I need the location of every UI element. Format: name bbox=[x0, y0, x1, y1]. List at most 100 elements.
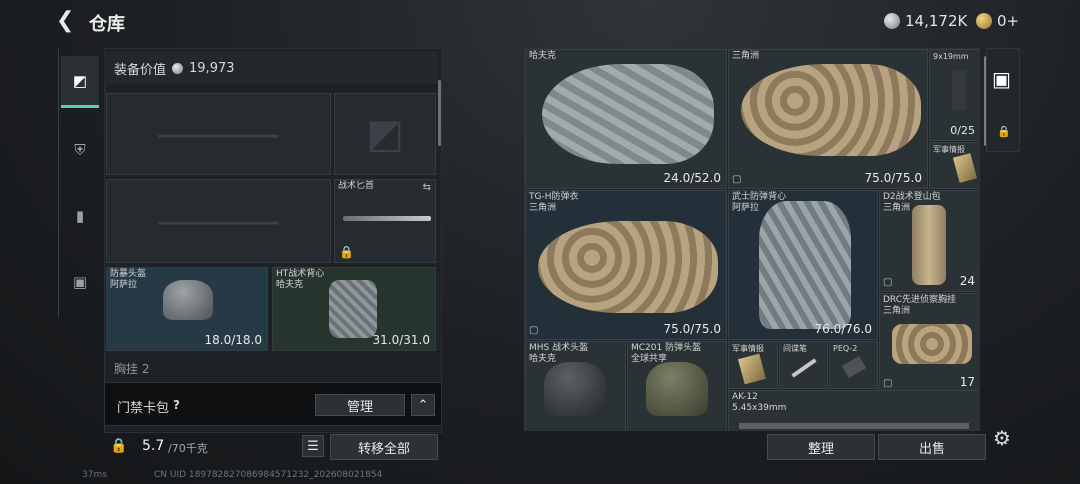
helmet-slot[interactable]: 防暴头盔 阿萨拉 18.0/18.0 bbox=[106, 267, 268, 351]
helmet-durability: 18.0/18.0 bbox=[204, 333, 262, 347]
no-insure-icon: ▢ bbox=[529, 325, 539, 336]
keycard-bar: 门禁卡包 ? 管理 ⌃ bbox=[104, 382, 442, 426]
weight-max: /70千克 bbox=[168, 442, 208, 455]
stash-tab-icon[interactable]: ▣ bbox=[992, 67, 1011, 91]
item-caliber: 5.45x39mm bbox=[732, 403, 787, 413]
sidebar-item-weapons[interactable]: ◩ bbox=[61, 56, 99, 108]
help-icon[interactable]: ? bbox=[173, 398, 180, 412]
silver-coin-icon bbox=[884, 13, 900, 29]
item-faction: 三角洲 bbox=[883, 203, 911, 213]
stash-item[interactable]: DRC先进侦察胸挂 三角洲 ▢ 17 bbox=[879, 293, 979, 393]
back-arrow-icon[interactable]: ❮ bbox=[56, 9, 74, 33]
intel-document-image bbox=[738, 353, 766, 385]
item-capacity: 17 bbox=[959, 375, 975, 389]
keycard-label: 门禁卡包 bbox=[117, 401, 170, 416]
equipment-value-label: 装备价值 bbox=[114, 62, 167, 78]
weight-current: 5.7 bbox=[142, 438, 165, 454]
no-insure-icon: ▢ bbox=[883, 378, 893, 389]
item-durability: 24.0/52.0 bbox=[663, 171, 721, 185]
warehouse-screen: ❮ 仓库 14,172K 0+ ◩ ⛨ ▮ ▣ 装备价值 19,973 ――― … bbox=[0, 0, 1080, 484]
category-sidebar: ◩ ⛨ ▮ ▣ bbox=[58, 48, 100, 318]
vest-faction: 哈夫克 bbox=[276, 280, 304, 290]
manage-button[interactable]: 管理 bbox=[315, 394, 405, 416]
helmet-name: 防暴头盔 bbox=[110, 269, 147, 279]
armor-vest-image bbox=[759, 201, 851, 329]
lock-icon[interactable]: 🔒 bbox=[110, 438, 127, 454]
lock-icon[interactable]: 🔒 bbox=[997, 125, 1011, 138]
stash-tabs: ▣ 🔒 bbox=[986, 48, 1020, 152]
armor-vest-image bbox=[542, 64, 714, 164]
stash-item[interactable]: PEQ-2 bbox=[829, 341, 878, 389]
item-name: MHS 战术头盔 bbox=[529, 343, 589, 353]
silver-amount: 14,172K bbox=[905, 12, 968, 30]
item-name: 间谍笔 bbox=[783, 344, 807, 353]
item-name: 军事情报 bbox=[933, 145, 965, 154]
gold-currency[interactable]: 0+ bbox=[976, 9, 1019, 33]
item-name: 三角洲 bbox=[732, 51, 760, 61]
item-name: 哈夫克 bbox=[529, 51, 557, 61]
chest-rig-image bbox=[892, 324, 972, 364]
lock-icon: 🔒 bbox=[339, 245, 354, 259]
magazine-image bbox=[952, 70, 966, 110]
stash-item[interactable]: MHS 战术头盔 哈夫克 bbox=[525, 341, 626, 430]
chest-rig-section-label: 胸挂 2 bbox=[114, 362, 150, 374]
backpack-image bbox=[912, 205, 946, 285]
stash-item[interactable]: 哈夫克 24.0/52.0 bbox=[525, 49, 727, 189]
knife-slot[interactable]: 战术匕首 ⇆ 🔒 bbox=[334, 179, 436, 263]
silver-currency: 14,172K bbox=[884, 9, 967, 33]
weight-bar: 🔒 5.7 /70千克 ☰ 转移全部 bbox=[104, 430, 442, 464]
spy-pen-image bbox=[791, 358, 817, 378]
item-name: D2战术登山包 bbox=[883, 192, 941, 202]
rifle-image bbox=[739, 423, 969, 429]
item-name: 武士防弹背心 bbox=[732, 192, 787, 202]
stash-item[interactable]: MC201 防弹头盔 全球共享 bbox=[627, 341, 727, 430]
secondary-weapon-slot[interactable]: ――― bbox=[106, 179, 331, 263]
stash-item[interactable]: 三角洲 ▢ 75.0/75.0 bbox=[728, 49, 928, 189]
stash-item[interactable]: TG-H防弹衣 三角洲 ▢ 75.0/75.0 bbox=[525, 190, 727, 340]
gold-coin-icon bbox=[976, 13, 992, 29]
sell-button[interactable]: 出售 bbox=[878, 434, 986, 460]
ping-label: 37ms bbox=[82, 470, 107, 480]
item-capacity: 24 bbox=[959, 274, 975, 288]
armor-vest-image bbox=[741, 64, 921, 156]
vest-slot[interactable]: HT战术背心 哈夫克 31.0/31.0 bbox=[272, 267, 436, 351]
sidebar-item-armor[interactable]: ⛨ bbox=[61, 124, 99, 176]
stash-item[interactable]: 武士防弹背心 阿萨拉 76.0/76.0 bbox=[728, 190, 878, 340]
stash-item[interactable]: 9x19mm 0/25 bbox=[929, 49, 979, 141]
item-durability: 75.0/75.0 bbox=[864, 171, 922, 185]
item-count: 0/25 bbox=[950, 124, 975, 137]
stash-item[interactable]: 间谍笔 bbox=[779, 341, 828, 389]
transfer-all-button[interactable]: 转移全部 bbox=[330, 434, 438, 460]
stash-item[interactable]: 军事情报 bbox=[728, 341, 778, 389]
armor-vest-image bbox=[538, 221, 718, 313]
pistol-icon: ◩ bbox=[72, 71, 88, 90]
equipment-value-bar: 装备价值 19,973 bbox=[104, 52, 438, 84]
helmet-image bbox=[163, 280, 213, 320]
item-durability: 76.0/76.0 bbox=[814, 322, 872, 336]
helmet-image bbox=[544, 362, 606, 416]
sidebar-item-backpack[interactable]: ▮ bbox=[61, 190, 99, 242]
pistol-slot[interactable]: ◩ bbox=[334, 93, 436, 175]
stash-item[interactable]: AK-12 5.45x39mm bbox=[728, 390, 979, 430]
no-insure-icon: ▢ bbox=[883, 277, 893, 288]
armor-icon: ⛨ bbox=[74, 141, 86, 159]
vest-durability: 31.0/31.0 bbox=[372, 333, 430, 347]
item-name: DRC先进侦察胸挂 bbox=[883, 295, 957, 305]
swap-icon[interactable]: ⇆ bbox=[423, 182, 431, 193]
item-name: AK-12 bbox=[732, 392, 758, 402]
stash-item[interactable]: D2战术登山包 三角洲 ▢ 24 bbox=[879, 190, 979, 292]
silver-coin-icon bbox=[172, 62, 184, 74]
sort-button[interactable]: 整理 bbox=[767, 434, 875, 460]
primary-weapon-slot[interactable]: ――― bbox=[106, 93, 331, 175]
loadout-scrollbar[interactable] bbox=[438, 80, 441, 146]
item-durability: 75.0/75.0 bbox=[663, 322, 721, 336]
chevron-up-icon[interactable]: ⌃ bbox=[411, 394, 435, 416]
sidebar-item-tools[interactable]: ▣ bbox=[61, 256, 99, 308]
gear-icon[interactable]: ⚙ bbox=[993, 426, 1011, 450]
laser-module-image bbox=[841, 355, 867, 379]
item-faction: 哈夫克 bbox=[529, 354, 557, 364]
uid-label: CN UID 1897828270869845712​32_2026080218… bbox=[154, 470, 383, 480]
backpack-icon: ▮ bbox=[75, 207, 85, 225]
stash-item[interactable]: 军事情报 bbox=[929, 142, 979, 189]
list-view-icon[interactable]: ☰ bbox=[302, 435, 324, 457]
